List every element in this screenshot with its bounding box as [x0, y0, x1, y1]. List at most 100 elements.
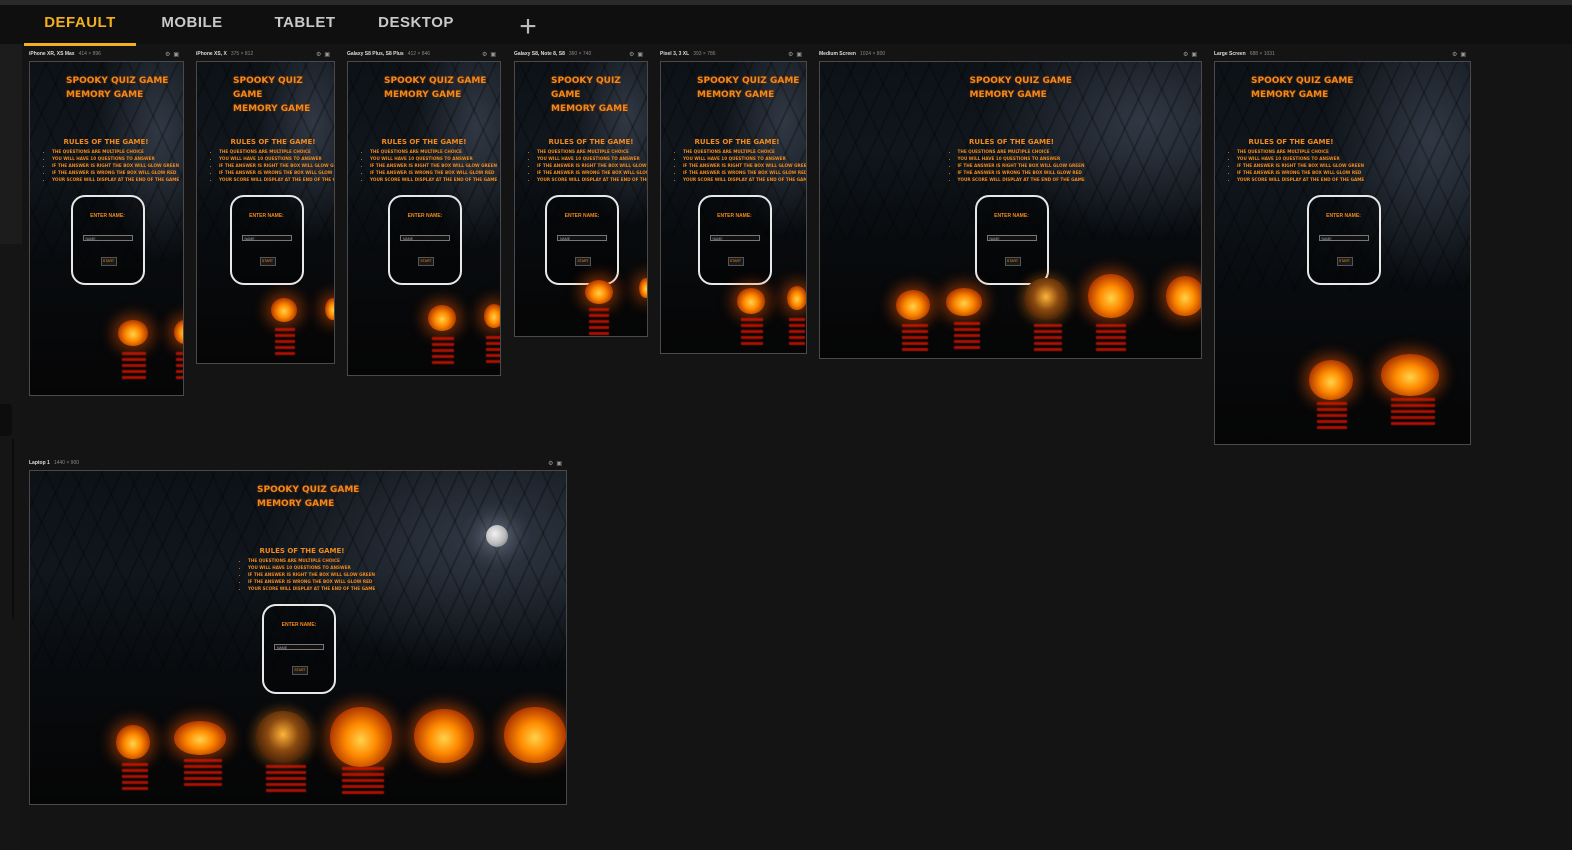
rule-item: IF THE ANSWER IS WRONG THE BOX WILL GLOW… [1237, 169, 1361, 176]
jack-o-lantern [256, 711, 310, 763]
device-preview[interactable]: Laptop 1 1440 × 900 ⚙▣ SPOOKY QUIZ GAME MEMO… [29, 460, 567, 805]
preview-screen: SPOOKY QUIZ GAME MEMORY GAME RULES OF THE … [514, 61, 648, 337]
rule-item: THE QUESTIONS ARE MULTIPLE CHOICE [683, 148, 799, 155]
rule-item: IF THE ANSWER IS WRONG THE BOX WILL GLOW… [537, 169, 647, 176]
device-size: 1440 × 900 [53, 460, 80, 466]
device-preview[interactable]: iPhone XR, XS Max 414 × 896 ⚙▣ SPOOKY QUIZ … [29, 51, 184, 396]
start-button[interactable]: START [1336, 257, 1353, 266]
moon [486, 525, 508, 547]
rules-heading: RULES OF THE GAME! [259, 547, 345, 555]
jack-o-lantern [484, 304, 500, 328]
device-header: iPhone XR, XS Max 414 × 896 ⚙▣ [29, 51, 184, 60]
device-preview[interactable]: Large Screen 688 × 1031 ⚙▣ SPOOKY QUIZ GAME… [1214, 51, 1471, 445]
camera-icon[interactable]: ▣ [173, 52, 182, 58]
rule-item: YOU WILL HAVE 10 QUESTIONS TO ANSWER [219, 155, 334, 162]
title-line-1: SPOOKY QUIZ GAME [551, 76, 621, 100]
tab-desktop[interactable]: DESKTOP [372, 11, 460, 43]
start-button[interactable]: START [575, 257, 591, 266]
start-button[interactable]: START [727, 257, 744, 266]
rule-item: IF THE ANSWER IS WRONG THE BOX WILL GLOW… [248, 578, 372, 585]
device-size: 688 × 1031 [1249, 51, 1275, 57]
start-button[interactable]: START [1004, 257, 1021, 266]
rule-item: THE QUESTIONS ARE MULTIPLE CHOICE [537, 148, 647, 155]
name-input[interactable]: NAME [1318, 235, 1369, 241]
name-label: ENTER NAME: [407, 213, 443, 219]
panel-handle[interactable] [0, 404, 12, 436]
name-label: ENTER NAME: [564, 213, 600, 219]
device-header: Pixel 3, 3 XL 393 × 786 ⚙▣ [660, 51, 807, 60]
device-preview[interactable]: iPhone XS, X 375 × 812 ⚙▣ SPOOKY QUIZ GAME M… [196, 51, 335, 364]
camera-icon[interactable]: ▣ [637, 52, 646, 58]
title-line-2: MEMORY GAME [233, 104, 311, 114]
jack-o-lantern [896, 290, 930, 320]
device-header: Galaxy S8 Plus, S8 Plus 412 × 846 ⚙▣ [347, 51, 501, 60]
tab-mobile[interactable]: MOBILE [150, 11, 234, 43]
game-title: SPOOKY QUIZ GAME MEMORY GAME [697, 74, 799, 102]
camera-icon[interactable]: ▣ [490, 52, 499, 58]
device-preview[interactable]: Pixel 3, 3 XL 393 × 786 ⚙▣ SPOOKY QUIZ GAME… [660, 51, 807, 354]
device-name: Galaxy S8 Plus, S8 Plus [347, 51, 404, 57]
device-preview[interactable]: Galaxy S8 Plus, S8 Plus 412 × 846 ⚙▣ SPOOKY… [347, 51, 501, 376]
title-line-1: SPOOKY QUIZ GAME [66, 76, 169, 86]
rules-heading: RULES OF THE GAME! [969, 138, 1054, 146]
camera-icon[interactable]: ▣ [1191, 52, 1200, 58]
start-button[interactable]: START [418, 257, 434, 266]
rules-list: THE QUESTIONS ARE MULTIPLE CHOICEYOU WIL… [1229, 148, 1364, 183]
preview-screen: SPOOKY QUIZ GAME MEMORY GAME RULES OF THE … [347, 61, 501, 376]
rules-section: RULES OF THE GAME! THE QUESTIONS ARE MULT… [950, 138, 1085, 183]
rule-item: THE QUESTIONS ARE MULTIPLE CHOICE [370, 148, 486, 155]
tab-default[interactable]: DEFAULT [24, 11, 136, 46]
camera-icon[interactable]: ▣ [556, 461, 565, 467]
game-title: SPOOKY QUIZ GAME MEMORY GAME [551, 74, 647, 116]
name-input[interactable]: NAME [557, 235, 607, 241]
name-input[interactable]: NAME [400, 235, 450, 241]
device-preview[interactable]: Medium Screen 1024 × 800 ⚙▣ SPOOKY QUIZ GAM… [819, 51, 1202, 359]
name-entry-box: ENTER NAME: NAME START [697, 195, 772, 285]
title-line-1: SPOOKY QUIZ GAME [257, 485, 360, 495]
name-label: ENTER NAME: [994, 213, 1029, 219]
camera-icon[interactable]: ▣ [796, 52, 805, 58]
rule-item: THE QUESTIONS ARE MULTIPLE CHOICE [52, 148, 168, 155]
device-name: Pixel 3, 3 XL [660, 51, 690, 57]
name-input[interactable]: NAME [82, 235, 133, 241]
device-name: iPhone XR, XS Max [29, 51, 75, 57]
title-line-1: SPOOKY QUIZ GAME [384, 76, 487, 86]
device-size: 360 × 740 [568, 51, 592, 57]
start-button[interactable]: START [259, 257, 276, 266]
rule-item: THE QUESTIONS ARE MULTIPLE CHOICE [248, 557, 364, 564]
name-entry-box: ENTER NAME: NAME START [70, 195, 145, 285]
start-button[interactable]: START [100, 257, 117, 266]
preview-screen: SPOOKY QUIZ GAME MEMORY GAME RULES OF THE … [196, 61, 335, 364]
plus-icon[interactable]: + [515, 12, 541, 42]
rule-item: YOU WILL HAVE 10 QUESTIONS TO ANSWER [958, 155, 1074, 162]
title-line-2: MEMORY GAME [384, 90, 462, 100]
camera-icon[interactable]: ▣ [1460, 52, 1469, 58]
top-bar: DEFAULT MOBILE TABLET DESKTOP + [0, 0, 1572, 46]
device-preview[interactable]: Galaxy S8, Note 8, S8 360 × 740 ⚙▣ SPOOKY Q… [514, 51, 648, 337]
rules-section: RULES OF THE GAME! THE QUESTIONS ARE MULT… [211, 138, 334, 183]
jack-o-lantern [787, 286, 806, 310]
jack-o-lantern [737, 288, 765, 314]
water-reflection [741, 318, 763, 348]
name-input[interactable]: NAME [274, 644, 324, 650]
water-reflection [122, 763, 148, 793]
rules-section: RULES OF THE GAME! THE QUESTIONS ARE MULT… [362, 138, 497, 183]
rules-heading: RULES OF THE GAME! [694, 138, 780, 146]
start-button[interactable]: START [292, 666, 308, 675]
name-input[interactable]: NAME [241, 235, 292, 241]
device-name: iPhone XS, X [196, 51, 227, 57]
rules-heading: RULES OF THE GAME! [548, 138, 634, 146]
jack-o-lantern [271, 298, 297, 322]
device-header: Large Screen 688 × 1031 ⚙▣ [1214, 51, 1471, 60]
preview-screen: SPOOKY QUIZ GAME MEMORY GAME RULES OF THE … [29, 470, 567, 805]
name-input[interactable]: NAME [986, 235, 1037, 241]
tab-tablet[interactable]: TABLET [264, 11, 346, 43]
name-input[interactable]: NAME [709, 235, 760, 241]
rules-heading: RULES OF THE GAME! [1248, 138, 1334, 146]
device-size: 375 × 812 [230, 51, 254, 57]
rule-item: IF THE ANSWER IS WRONG THE BOX WILL GLOW… [219, 169, 334, 176]
water-reflection [1391, 398, 1435, 428]
camera-icon[interactable]: ▣ [324, 52, 333, 58]
rule-item: IF THE ANSWER IS WRONG THE BOX WILL GLOW… [958, 169, 1082, 176]
water-reflection [789, 318, 805, 348]
